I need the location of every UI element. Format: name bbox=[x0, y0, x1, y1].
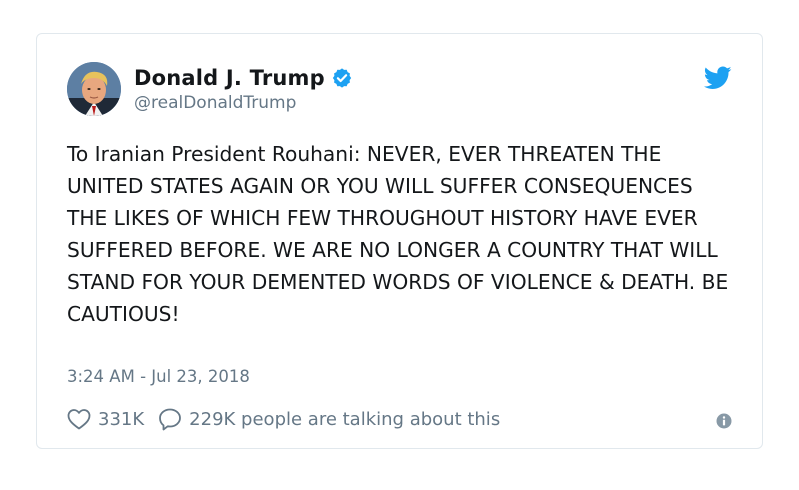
display-name-row: Donald J. Trump bbox=[134, 64, 353, 92]
author-names: Donald J. Trump @realDonaldTrump bbox=[134, 64, 353, 113]
info-icon[interactable] bbox=[716, 413, 732, 429]
reply-button[interactable]: 229K people are talking about this bbox=[158, 407, 500, 431]
handle[interactable]: @realDonaldTrump bbox=[134, 93, 353, 113]
avatar[interactable] bbox=[67, 62, 121, 116]
talking-count: 229K people are talking about this bbox=[189, 408, 501, 430]
tweet-text: To Iranian President Rouhani: NEVER, EVE… bbox=[67, 142, 729, 326]
tweet-actions: 331K 229K people are talking about this bbox=[67, 406, 500, 432]
verified-badge-icon bbox=[332, 68, 352, 88]
twitter-bird-icon[interactable] bbox=[704, 66, 732, 90]
display-name[interactable]: Donald J. Trump bbox=[134, 66, 325, 90]
speech-bubble-icon bbox=[159, 408, 182, 431]
like-button[interactable]: 331K bbox=[67, 408, 144, 430]
heart-icon bbox=[67, 409, 91, 430]
tweet-header: Donald J. Trump @realDonaldTrump bbox=[67, 62, 732, 118]
tweet-card: Donald J. Trump @realDonaldTrump To Iran… bbox=[36, 33, 763, 449]
timestamp[interactable]: 3:24 AM - Jul 23, 2018 bbox=[67, 367, 250, 386]
like-count: 331K bbox=[98, 408, 145, 430]
